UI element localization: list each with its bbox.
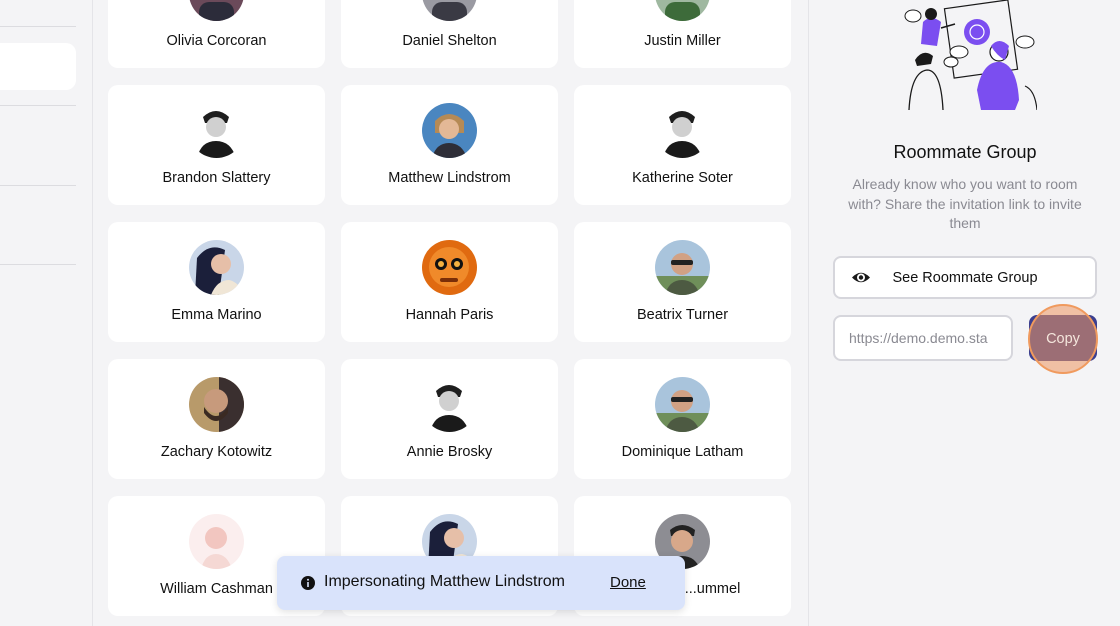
panel-description: Already know who you want to room with? … xyxy=(848,176,1082,231)
info-icon xyxy=(301,576,315,590)
person-card[interactable]: Beatrix Turner xyxy=(574,222,791,342)
sidebar-divider xyxy=(0,264,76,265)
see-roommate-group-button[interactable]: See Roommate Group xyxy=(833,256,1097,299)
person-name: Beatrix Turner xyxy=(636,307,729,323)
person-card[interactable]: Matthew Lindstrom xyxy=(341,85,558,205)
person-name: Matthew Lindstrom xyxy=(388,170,511,186)
people-grid: Olivia Corcoran Daniel Shelton Justin Mi… xyxy=(108,0,791,616)
person-name: Justin Miller xyxy=(644,33,721,49)
copy-click-highlight[interactable]: Copy xyxy=(1028,304,1098,374)
person-card[interactable]: Justin Miller xyxy=(574,0,791,68)
avatar xyxy=(422,240,477,295)
person-card[interactable]: Katherine Soter xyxy=(574,85,791,205)
person-name: Hannah Paris xyxy=(405,307,494,323)
person-name: Dominique Latham xyxy=(621,444,744,460)
avatar xyxy=(422,0,477,21)
see-roommate-group-label: See Roommate Group xyxy=(892,269,1038,286)
avatar xyxy=(189,240,244,295)
avatar xyxy=(422,103,477,158)
person-card[interactable]: Emma Marino xyxy=(108,222,325,342)
person-card[interactable]: Hannah Paris xyxy=(341,222,558,342)
person-name: ...ummel xyxy=(684,581,741,597)
person-name: Katherine Soter xyxy=(632,170,733,186)
person-card[interactable]: Dominique Latham xyxy=(574,359,791,479)
person-name: Daniel Shelton xyxy=(402,33,497,49)
avatar xyxy=(655,240,710,295)
person-card[interactable]: Brandon Slattery xyxy=(108,85,325,205)
sidebar-divider xyxy=(0,105,76,106)
person-name: Annie Brosky xyxy=(406,444,493,460)
person-card[interactable]: Daniel Shelton xyxy=(341,0,558,68)
copy-button-label: Copy xyxy=(1046,331,1080,347)
person-name: Brandon Slattery xyxy=(162,170,271,186)
avatar xyxy=(655,0,710,21)
avatar xyxy=(189,514,244,569)
person-name: Emma Marino xyxy=(171,307,262,323)
sidebar-item-active[interactable] xyxy=(0,43,76,90)
avatar xyxy=(655,103,710,158)
roommate-group-panel: Roommate Group Already know who you want… xyxy=(808,0,1120,626)
avatar xyxy=(189,0,244,21)
done-link[interactable]: Done xyxy=(610,574,646,591)
eye-icon xyxy=(852,272,870,283)
toast-message: Impersonating Matthew Lindstrom xyxy=(324,573,565,590)
sidebar-divider xyxy=(0,26,76,27)
person-name: Zachary Kotowitz xyxy=(160,444,273,460)
avatar xyxy=(189,103,244,158)
avatar xyxy=(422,377,477,432)
people-brainstorm-illustration xyxy=(904,0,1037,111)
avatar xyxy=(655,377,710,432)
person-card[interactable]: Zachary Kotowitz xyxy=(108,359,325,479)
impersonation-toast: Impersonating Matthew Lindstrom Done xyxy=(277,556,685,610)
sidebar-divider xyxy=(0,185,76,186)
panel-title: Roommate Group xyxy=(893,142,1037,162)
person-name: Olivia Corcoran xyxy=(166,33,267,49)
person-card[interactable]: Olivia Corcoran xyxy=(108,0,325,68)
person-card[interactable]: Annie Brosky xyxy=(341,359,558,479)
sidebar xyxy=(0,0,93,626)
avatar xyxy=(189,377,244,432)
person-name: William Cashman xyxy=(160,581,273,597)
invite-link-input[interactable] xyxy=(833,315,1013,361)
